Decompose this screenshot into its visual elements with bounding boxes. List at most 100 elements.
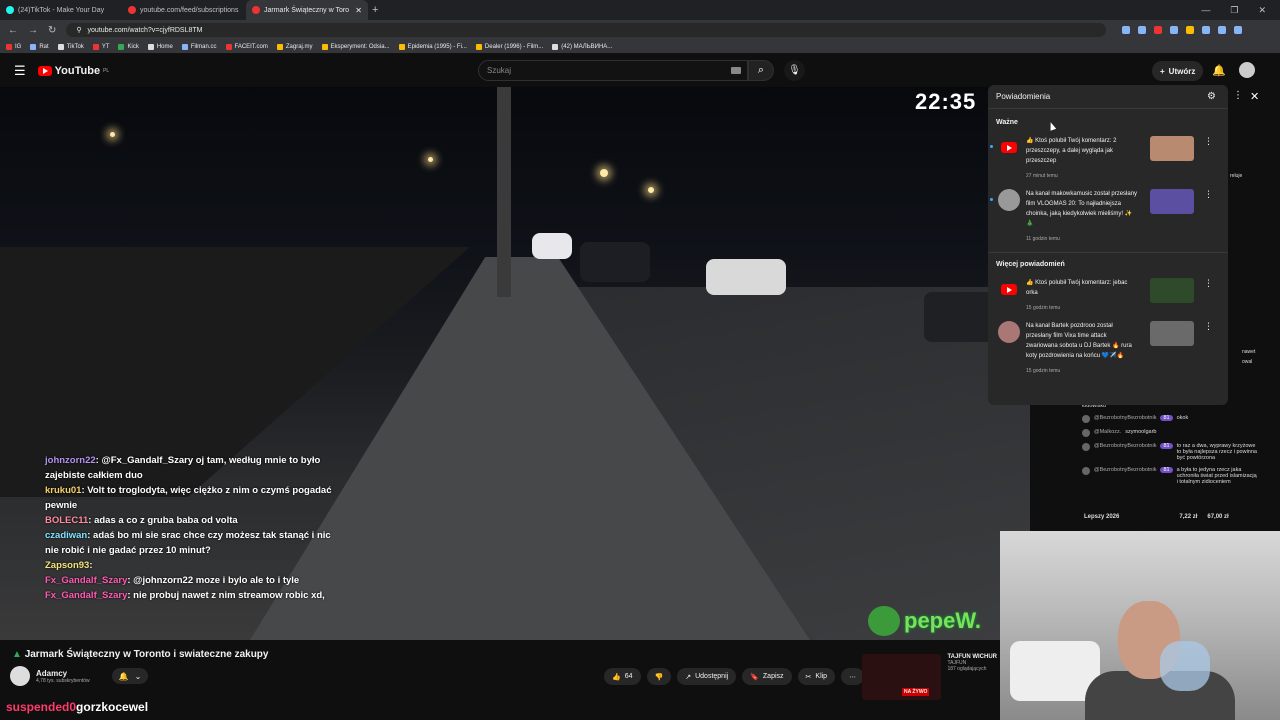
notification-thumbnail[interactable] (1150, 136, 1194, 161)
youtube-logo[interactable]: YouTube PL (37, 65, 109, 77)
bookmark[interactable]: Filman.cc (181, 43, 217, 50)
more-options-icon[interactable]: ⋮ (1204, 321, 1213, 376)
bookmark[interactable]: Rat (30, 43, 49, 50)
more-options-icon[interactable]: ⋮ (1204, 278, 1213, 313)
chat-message: @BezrobotnyBezrobotnik 81 a była to jedy… (1070, 464, 1270, 488)
recommended-viewers: 187 oglądających (947, 666, 987, 672)
browser-tab-tiktok[interactable]: (24)TikTok - Make Your Day (0, 0, 122, 20)
maximize-icon[interactable]: ❐ (1230, 5, 1238, 16)
extension-icon[interactable] (1170, 26, 1179, 34)
notifications-panel: Powiadomienia ⚙ Ważne 👍 Ktoś polubił Twó… (988, 85, 1228, 405)
notifications-header: Powiadomienia ⚙ (988, 85, 1228, 109)
recommended-thumbnail[interactable]: NA ŻYWO (862, 654, 942, 700)
unread-dot-icon (990, 145, 993, 148)
notification-item[interactable]: 👍 Ktoś polubił Twój komentarz: jebac ork… (988, 274, 1228, 317)
bookmark[interactable]: TikTok (57, 43, 84, 50)
live-chat-messages: lodowisko @BezrobotnyBezrobotnik 81 okok… (1070, 400, 1270, 530)
share-arrow-icon: ↗ (685, 673, 692, 681)
search-button[interactable]: ⌕ (748, 60, 774, 81)
channel-name[interactable]: Adamcy (36, 669, 90, 678)
bookmark[interactable]: (42) МАЛЬВИНА... (552, 43, 612, 50)
account-avatar[interactable] (1239, 62, 1255, 78)
x-icon (147, 43, 154, 50)
bookmark-icon (181, 43, 188, 50)
browser-tab-subscriptions[interactable]: youtube.com/feed/subscriptions (122, 0, 246, 20)
extension-icon[interactable] (1186, 26, 1195, 34)
bookmark[interactable]: FACEIT.com (225, 43, 268, 50)
bookmark[interactable]: Epidemia (1995) - Fi... (398, 43, 467, 50)
minimize-icon[interactable]: — (1201, 5, 1210, 16)
extension-icon[interactable] (1202, 26, 1211, 34)
keyboard-icon[interactable] (731, 67, 741, 74)
bookmarks-bar: IG Rat TikTok YT Kick Home Filman.cc FAC… (0, 40, 1280, 54)
voice-search-button[interactable]: 🎙 (784, 60, 805, 81)
chat-message: Fx_Gandalf_Szary: @johnzorn22 moze i byl… (45, 575, 300, 586)
back-icon[interactable]: ← (8, 25, 18, 36)
car (706, 259, 786, 295)
chat-avatar (1082, 415, 1090, 423)
notification-thumbnail[interactable] (1150, 321, 1194, 346)
section-heading: Więcej powiadomień (996, 261, 1065, 268)
live-chat-panel-background: reluje nawet owal na (1214, 87, 1280, 407)
notification-item[interactable]: Na kanał makowkamusic został przesłany f… (988, 185, 1228, 248)
bookmark[interactable]: YT (92, 43, 109, 50)
new-tab-icon[interactable]: + (372, 4, 378, 16)
channel-avatar[interactable] (10, 666, 30, 686)
hamburger-menu-icon[interactable]: ☰ (14, 63, 26, 79)
bookmark[interactable]: Eksperyment: Odsia... (321, 43, 390, 50)
forward-icon[interactable]: → (28, 25, 38, 36)
window-controls: — ❐ ✕ (1201, 5, 1280, 16)
street-light (428, 157, 433, 162)
site-info-icon[interactable]: ⚲ (76, 26, 81, 34)
save-button[interactable]: 🔖 Zapisz (742, 668, 792, 685)
subscriber-count: 4,78 tys. subskrybentów (36, 677, 90, 684)
reload-icon[interactable]: ↻ (48, 25, 56, 36)
notification-thumbnail[interactable] (1150, 278, 1194, 303)
search-input[interactable]: Szukaj (478, 60, 748, 81)
more-actions-button[interactable]: ⋯ (841, 668, 865, 685)
address-bar[interactable]: ⚲ youtube.com/watch?v=cjyfRDSL8TM (66, 23, 1107, 37)
bookmark[interactable]: Dealer (1996) - Film... (475, 43, 543, 50)
section-heading: Ważne (996, 119, 1018, 126)
subscribed-bell-button[interactable]: 🔔 ⌄ (112, 668, 148, 684)
tiktok-icon (552, 43, 559, 50)
tab-label: youtube.com/feed/subscriptions (140, 6, 239, 14)
extension-icon[interactable] (1234, 26, 1243, 34)
close-tab-icon[interactable]: ✕ (355, 6, 362, 15)
bookmark-icon (398, 43, 405, 50)
extension-icon[interactable] (1138, 26, 1147, 34)
street-light (600, 169, 608, 177)
close-icon[interactable]: ✕ (1250, 90, 1259, 103)
thumbs-up-icon: 👍 (612, 673, 621, 681)
extension-icon[interactable] (1218, 26, 1227, 34)
browser-toolbar: ← → ↻ ⚲ youtube.com/watch?v=cjyfRDSL8TM (0, 20, 1280, 40)
bell-icon: 🔔 (118, 671, 129, 681)
create-button[interactable]: + Utwórz (1152, 61, 1204, 81)
recommended-video[interactable]: NA ŻYWO TAJFUN WICHUR TAJFUN 187 oglądaj… (862, 654, 997, 702)
notifications-bell-icon[interactable]: 🔔 (1212, 64, 1226, 77)
dislike-button[interactable]: 👎 (646, 668, 672, 685)
share-button[interactable]: ↗ Udostępnij (677, 668, 737, 685)
browser-tab-active[interactable]: Jarmark Świąteczny w Toro ✕ (246, 0, 368, 20)
stream-chat-overlay: johnzorn22: @Fx_Gandalf_Szary oj tam, we… (45, 453, 345, 603)
youtube-favicon-icon (92, 43, 99, 50)
extension-icon[interactable] (1154, 26, 1163, 34)
clip-button[interactable]: ✂ Klip (797, 668, 836, 685)
bookmark[interactable]: Zagraj.my (276, 43, 313, 50)
more-options-icon[interactable]: ⋮ (1204, 136, 1213, 181)
bookmark[interactable]: Home (147, 43, 173, 50)
notification-item[interactable]: 👍 Ktoś polubił Twój komentarz: 2 przeszc… (988, 132, 1228, 185)
like-button[interactable]: 👍 64 (604, 668, 641, 685)
notification-thumbnail[interactable] (1150, 189, 1194, 214)
extension-icon[interactable] (1122, 26, 1131, 34)
bookmark[interactable]: IG (6, 43, 21, 50)
more-vert-icon[interactable]: ⋮ (1233, 90, 1243, 101)
video-player[interactable]: 22:35 johnzorn22: @Fx_Gandalf_Szary oj t… (0, 87, 1030, 640)
settings-gear-icon[interactable]: ⚙ (1207, 91, 1216, 102)
chat-message: BOLEC11: adas a co z gruba baba od volta (45, 515, 238, 526)
bookmark[interactable]: Kick (118, 43, 139, 50)
notification-item[interactable]: Na kanał Bartek pozdrooo został przesłan… (988, 317, 1228, 380)
browser-tabbar: (24)TikTok - Make Your Day youtube.com/f… (0, 0, 1280, 20)
close-window-icon[interactable]: ✕ (1258, 5, 1266, 16)
more-options-icon[interactable]: ⋮ (1204, 189, 1213, 244)
